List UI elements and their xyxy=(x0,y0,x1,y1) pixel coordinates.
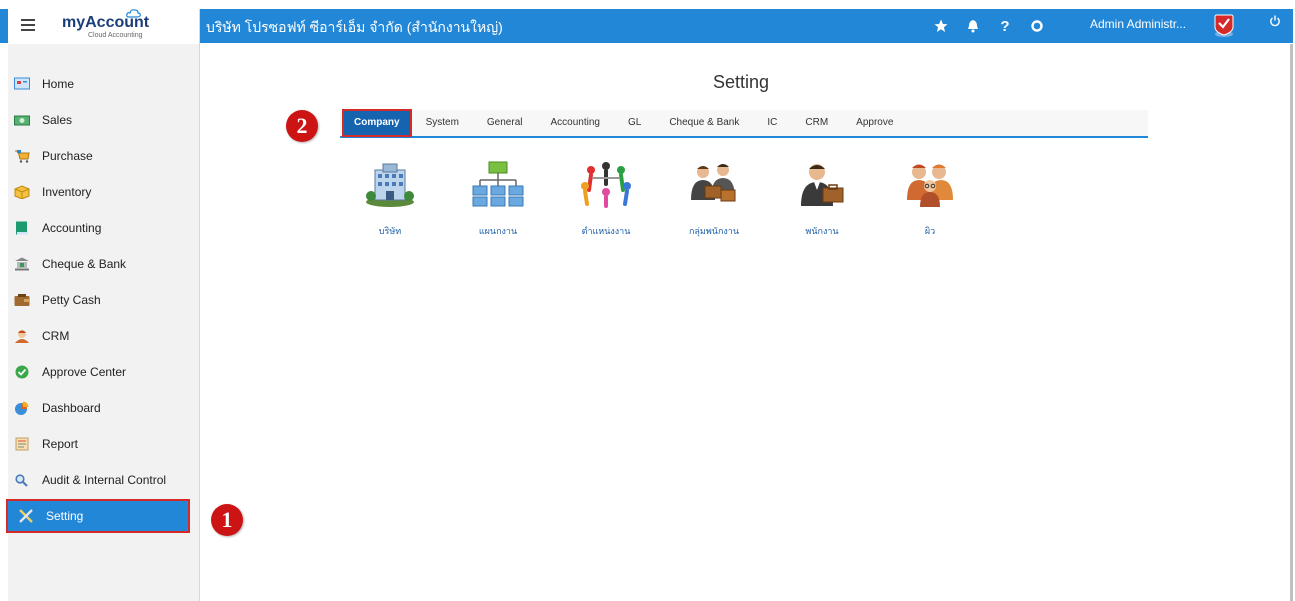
wallet-icon xyxy=(14,294,30,306)
setting-team[interactable]: ผิว xyxy=(890,160,970,240)
top-icon-group: ? xyxy=(925,9,1053,43)
sidebar-item-crm[interactable]: CRM xyxy=(4,319,188,353)
sidebar-item-report[interactable]: Report xyxy=(4,427,188,461)
help-icon[interactable]: ? xyxy=(989,9,1021,43)
app-window: myAccount Cloud Accounting บริษัท โปรซอฟ… xyxy=(0,0,1295,601)
setting-label: พนักงาน xyxy=(805,226,839,236)
sidebar-item-inventory[interactable]: Inventory xyxy=(4,175,188,209)
tab-cheque-bank[interactable]: Cheque & Bank xyxy=(655,110,753,136)
team-icon xyxy=(907,164,953,207)
page-title: Setting xyxy=(713,72,770,92)
sidebar-item-label: Home xyxy=(42,77,75,91)
sidebar-item-dashboard[interactable]: Dashboard xyxy=(4,391,188,425)
setting-label: บริษัท xyxy=(378,226,402,236)
tools-icon xyxy=(19,509,33,523)
sidebar-item-label: Report xyxy=(42,437,79,451)
settings-tab-bar: Company System General Accounting GL Che… xyxy=(340,109,1148,138)
setting-label: กลุ่มพนักงาน xyxy=(688,226,740,236)
cart-icon xyxy=(15,150,30,163)
sidebar-item-label: Purchase xyxy=(42,149,93,163)
sidebar-item-label: Sales xyxy=(42,113,73,127)
company-title[interactable]: บริษัท โปรซอฟท์ ซีอาร์เอ็ม จำกัด (สำนักง… xyxy=(206,17,503,39)
sidebar-item-cheque-bank[interactable]: Cheque & Bank xyxy=(4,247,188,281)
hamburger-menu-icon[interactable] xyxy=(21,19,35,33)
setting-employee[interactable]: พนักงาน xyxy=(782,160,862,240)
setting-label: ตำแหน่งงาน xyxy=(581,226,631,236)
org-chart-icon xyxy=(472,161,524,207)
employee-icon xyxy=(801,164,844,206)
crm-icon xyxy=(15,330,29,343)
sidebar-item-label: Inventory xyxy=(42,185,92,199)
user-name[interactable]: Admin Administr... xyxy=(1090,17,1186,31)
check-circle-icon xyxy=(15,365,29,379)
tab-general[interactable]: General xyxy=(473,110,537,136)
sidebar-item-label: Petty Cash xyxy=(42,293,101,307)
tab-gl[interactable]: GL xyxy=(614,110,655,136)
sidebar-item-purchase[interactable]: Purchase xyxy=(4,139,188,173)
sidebar-item-sales[interactable]: Sales xyxy=(4,103,188,137)
setting-company[interactable]: บริษัท xyxy=(350,160,430,240)
building-icon xyxy=(366,163,414,207)
gear-icon[interactable] xyxy=(1021,9,1053,43)
sales-icon xyxy=(14,115,30,126)
sidebar-item-label: Audit & Internal Control xyxy=(42,473,167,487)
bell-icon[interactable] xyxy=(957,9,989,43)
sidebar-item-approve-center[interactable]: Approve Center xyxy=(4,355,188,389)
home-icon xyxy=(14,77,30,90)
sidebar-item-audit-internal-control[interactable]: Audit & Internal Control xyxy=(4,463,188,497)
logo-area: myAccount Cloud Accounting xyxy=(8,9,200,44)
setting-employee-group[interactable]: กลุ่มพนักงาน xyxy=(674,160,754,240)
scrollbar[interactable] xyxy=(1290,44,1293,601)
ledger-icon xyxy=(16,221,28,235)
tab-ic[interactable]: IC xyxy=(753,110,791,136)
tab-system[interactable]: System xyxy=(412,110,473,136)
sidebar-item-accounting[interactable]: Accounting xyxy=(4,211,188,245)
star-icon[interactable] xyxy=(925,9,957,43)
setting-label: แผนกงาน xyxy=(478,226,518,236)
sidebar-item-label: Approve Center xyxy=(42,365,127,379)
setting-icon-grid: บริษัท แผนกงาน ตำแหน่งงาน กลุ่มพนักงาน พ… xyxy=(350,160,970,250)
sidebar-item-label: CRM xyxy=(42,329,70,343)
setting-label: ผิว xyxy=(924,226,936,236)
magnifier-icon xyxy=(15,474,28,487)
setting-position[interactable]: ตำแหน่งงาน xyxy=(566,160,646,240)
sidebar-item-label: Accounting xyxy=(42,221,102,235)
pie-chart-icon xyxy=(15,401,29,415)
sidebar-item-label: Cheque & Bank xyxy=(42,257,127,271)
power-icon[interactable] xyxy=(1265,15,1285,35)
people-circle-icon xyxy=(581,162,631,208)
setting-department[interactable]: แผนกงาน xyxy=(458,160,538,240)
logo-subtitle: Cloud Accounting xyxy=(88,32,143,39)
sidebar-item-label: Setting xyxy=(46,509,84,523)
report-icon xyxy=(15,437,29,451)
callout-step-1: 1 xyxy=(211,504,243,536)
tab-approve[interactable]: Approve xyxy=(842,110,907,136)
tab-crm[interactable]: CRM xyxy=(791,110,842,136)
employee-group-icon xyxy=(691,164,736,202)
shield-badge-icon[interactable] xyxy=(1213,12,1237,38)
logo-text[interactable]: myAccount xyxy=(62,14,149,32)
bank-icon xyxy=(15,257,29,271)
sidebar-item-petty-cash[interactable]: Petty Cash xyxy=(4,283,188,317)
callout-step-2: 2 xyxy=(286,110,318,142)
sidebar-item-setting[interactable]: Setting xyxy=(6,499,190,533)
tab-accounting[interactable]: Accounting xyxy=(536,110,613,136)
tab-company[interactable]: Company xyxy=(342,109,412,137)
sidebar-item-home[interactable]: Home xyxy=(4,67,188,101)
box-icon xyxy=(14,185,30,199)
sidebar-item-label: Dashboard xyxy=(42,401,101,415)
